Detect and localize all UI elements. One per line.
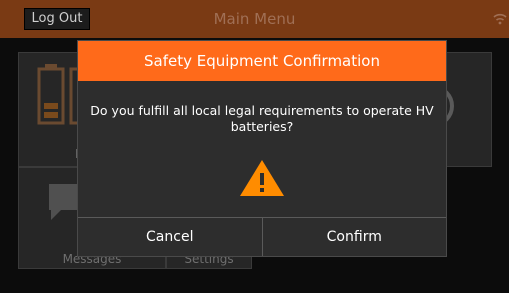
dialog-title: Safety Equipment Confirmation (78, 41, 446, 81)
page-title: Main Menu (213, 10, 296, 28)
wifi-icon (493, 13, 507, 25)
confirm-button[interactable]: Confirm (261, 218, 447, 256)
dialog-buttons: Cancel Confirm (78, 217, 446, 256)
safety-confirmation-dialog: Safety Equipment Confirmation Do you ful… (77, 40, 447, 257)
warning-icon (240, 160, 284, 196)
dialog-message: Do you fulfill all local legal requireme… (90, 103, 434, 134)
cancel-button[interactable]: Cancel (78, 218, 262, 256)
top-bar: Log Out Main Menu (0, 0, 509, 38)
